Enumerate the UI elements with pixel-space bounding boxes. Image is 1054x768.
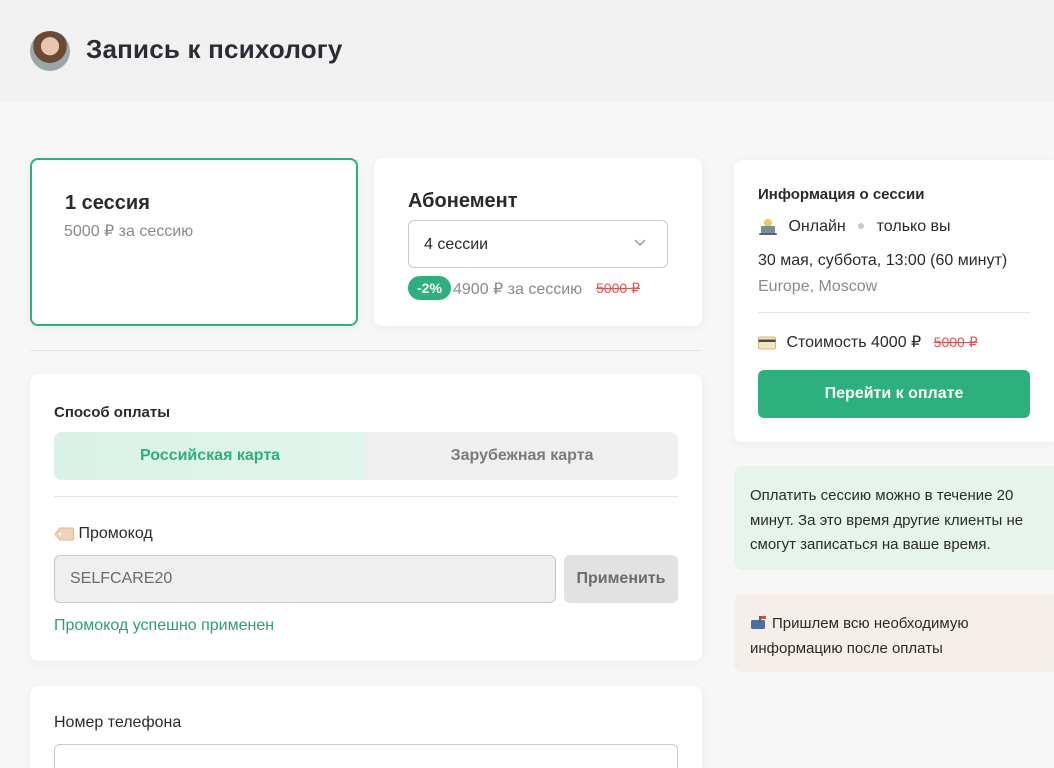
tariff-subscription-old-price: 5000 ₽	[596, 280, 640, 296]
promo-success-message: Промокод успешно применен	[54, 617, 275, 634]
session-cost: Стоимость 4000 ₽	[786, 334, 922, 351]
section-divider	[30, 350, 702, 351]
payment-option-foreign-card[interactable]: Зарубежная карта	[366, 432, 678, 480]
promo-label-row: Промокод	[54, 525, 153, 543]
sessions-count-select[interactable]: 4 сессии	[408, 220, 668, 268]
payment-method-toggle: Российская карта Зарубежная карта	[54, 432, 678, 480]
info-divider	[758, 312, 1030, 313]
session-format-row: Онлайн только вы	[758, 218, 951, 236]
promo-label: Промокод	[78, 525, 153, 542]
payment-option-russian-card[interactable]: Российская карта	[54, 432, 366, 480]
payment-divider	[54, 496, 678, 497]
tariff-subscription-price: 4900 ₽ за сессию	[453, 281, 583, 298]
tariff-single-name: 1 сессия	[65, 192, 150, 214]
card-icon	[758, 336, 776, 350]
session-info-card: Информация о сессии Онлайн только вы 30 …	[734, 160, 1054, 442]
tariff-subscription-card[interactable]: Абонемент 4 сессии -2% 4900 ₽ за сессию …	[374, 158, 702, 326]
session-timezone: Europe, Moscow	[758, 278, 878, 295]
session-datetime: 30 мая, суббота, 13:00 (60 минут)	[758, 252, 1008, 269]
tag-icon	[54, 527, 74, 541]
phone-card: Номер телефона	[30, 686, 702, 768]
session-info-title: Информация о сессии	[758, 186, 925, 203]
phone-label: Номер телефона	[54, 714, 182, 731]
separator-dot	[858, 222, 865, 229]
session-format: Онлайн	[788, 218, 846, 236]
page-title: Запись к психологу	[86, 34, 343, 64]
info-note-text: Пришлем всю необходимую информацию после…	[750, 615, 969, 657]
laptop-person-icon	[759, 219, 777, 235]
go-to-payment-button[interactable]: Перейти к оплате	[758, 370, 1030, 418]
session-participants: только вы	[876, 218, 951, 236]
session-cost-row: Стоимость 4000 ₽ 5000 ₽	[758, 332, 978, 352]
session-cost-old: 5000 ₽	[933, 334, 978, 350]
sessions-count-value: 4 сессии	[424, 236, 489, 253]
tariff-single-card[interactable]: 1 сессия 5000 ₽ за сессию	[30, 158, 358, 326]
page-header: Запись к психологу	[0, 0, 1054, 102]
info-note: Пришлем всю необходимую информацию после…	[734, 594, 1054, 672]
psychologist-avatar	[30, 31, 70, 71]
payment-card: Способ оплаты Российская карта Зарубежна…	[30, 374, 702, 661]
discount-badge: -2%	[408, 276, 451, 300]
promo-code-input[interactable]: SELFCARE20	[54, 555, 556, 603]
phone-input[interactable]	[54, 744, 678, 768]
apply-promo-button[interactable]: Применить	[564, 555, 678, 603]
mailbox-icon	[751, 616, 766, 630]
tariff-single-price: 5000 ₽ за сессию	[64, 223, 194, 240]
payment-method-label: Способ оплаты	[54, 404, 171, 421]
chevron-down-icon	[634, 239, 646, 247]
tariff-subscription-name: Абонемент	[408, 190, 518, 212]
reservation-note: Оплатить сессию можно в течение 20 минут…	[734, 466, 1054, 570]
